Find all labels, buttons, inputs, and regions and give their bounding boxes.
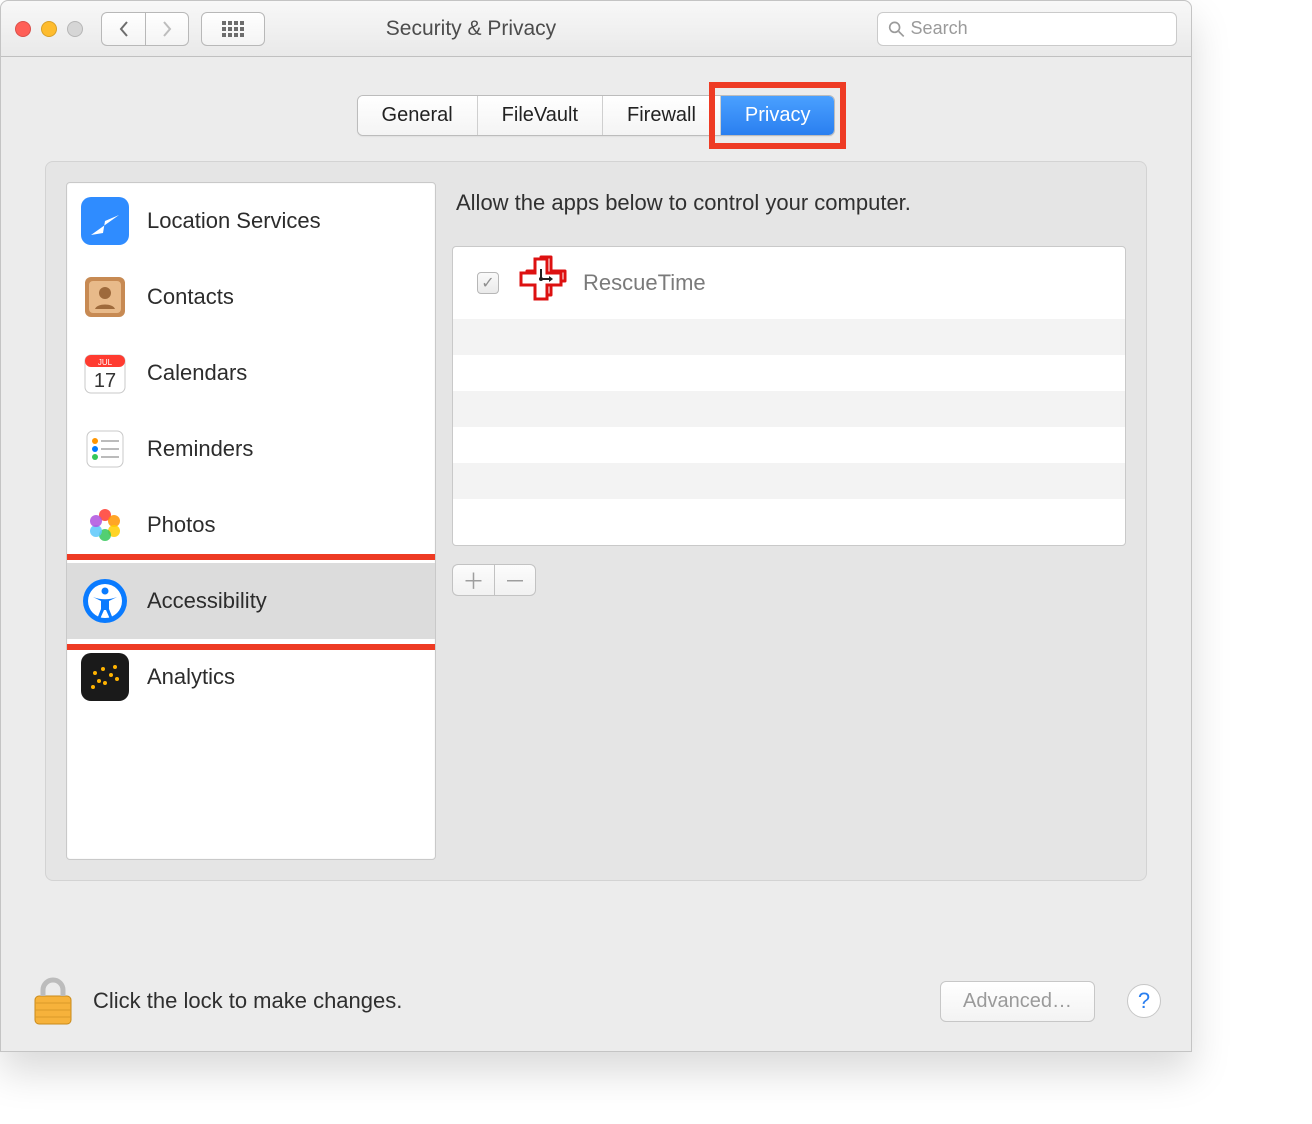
contacts-icon bbox=[81, 273, 129, 321]
accessibility-icon bbox=[81, 577, 129, 625]
sidebar-item-label: Contacts bbox=[147, 284, 234, 310]
window-title: Security & Privacy bbox=[77, 17, 865, 41]
add-remove-controls: ＋ － bbox=[452, 564, 1126, 596]
sidebar-item-label: Reminders bbox=[147, 436, 253, 462]
app-checkbox[interactable]: ✓ bbox=[477, 272, 499, 294]
list-row-empty bbox=[453, 463, 1125, 499]
sidebar-item-location-services[interactable]: Location Services bbox=[67, 183, 435, 259]
search-input[interactable] bbox=[911, 18, 1166, 39]
sidebar-item-label: Calendars bbox=[147, 360, 247, 386]
detail-panel: Allow the apps below to control your com… bbox=[452, 182, 1126, 860]
app-row[interactable]: ✓ RescueTime bbox=[453, 247, 1125, 319]
sidebar-item-calendars[interactable]: JUL 17 Calendars bbox=[67, 335, 435, 411]
location-icon bbox=[81, 197, 129, 245]
tab-filevault[interactable]: FileVault bbox=[478, 96, 603, 135]
sidebar-item-accessibility[interactable]: Accessibility bbox=[67, 563, 435, 639]
app-name-label: RescueTime bbox=[583, 270, 706, 296]
calendar-icon: JUL 17 bbox=[81, 349, 129, 397]
help-button[interactable]: ? bbox=[1127, 984, 1161, 1018]
search-field[interactable] bbox=[877, 12, 1177, 46]
sidebar-item-label: Photos bbox=[147, 512, 216, 538]
search-icon bbox=[888, 20, 905, 38]
analytics-icon bbox=[81, 653, 129, 701]
sidebar-item-label: Accessibility bbox=[147, 588, 267, 614]
photos-icon bbox=[81, 501, 129, 549]
lock-hint-text: Click the lock to make changes. bbox=[93, 988, 922, 1014]
svg-text:17: 17 bbox=[94, 370, 116, 392]
sidebar-item-photos[interactable]: Photos bbox=[67, 487, 435, 563]
add-app-button[interactable]: ＋ bbox=[452, 564, 494, 596]
preferences-window: Security & Privacy GeneralFileVaultFirew… bbox=[0, 0, 1192, 1052]
detail-description: Allow the apps below to control your com… bbox=[452, 182, 1126, 246]
titlebar: Security & Privacy bbox=[1, 1, 1191, 57]
reminders-icon bbox=[81, 425, 129, 473]
privacy-category-sidebar: Location Services Contacts JUL 17 Calendars R… bbox=[66, 182, 436, 860]
allowed-apps-list: ✓ RescueTime bbox=[452, 246, 1126, 546]
list-row-empty bbox=[453, 391, 1125, 427]
sidebar-item-label: Analytics bbox=[147, 664, 235, 690]
list-row-empty bbox=[453, 319, 1125, 355]
rescuetime-app-icon bbox=[515, 255, 567, 312]
minimize-window-button[interactable] bbox=[41, 21, 57, 37]
sidebar-item-analytics[interactable]: Analytics bbox=[67, 639, 435, 715]
svg-text:JUL: JUL bbox=[98, 358, 113, 367]
lock-icon bbox=[31, 976, 75, 1026]
tab-row: GeneralFileVaultFirewallPrivacy bbox=[1, 95, 1191, 136]
close-window-button[interactable] bbox=[15, 21, 31, 37]
tab-privacy[interactable]: Privacy bbox=[721, 96, 835, 135]
list-row-empty bbox=[453, 427, 1125, 463]
sidebar-item-reminders[interactable]: Reminders bbox=[67, 411, 435, 487]
content-pane: Location Services Contacts JUL 17 Calendars R… bbox=[45, 161, 1147, 881]
list-row-empty bbox=[453, 499, 1125, 535]
footer: Click the lock to make changes. Advanced… bbox=[31, 971, 1161, 1031]
sidebar-item-label: Location Services bbox=[147, 208, 321, 234]
sidebar-item-contacts[interactable]: Contacts bbox=[67, 259, 435, 335]
window-controls bbox=[15, 21, 83, 37]
tab-general[interactable]: General bbox=[358, 96, 478, 135]
tab-segmented-control: GeneralFileVaultFirewallPrivacy bbox=[357, 95, 836, 136]
tab-firewall[interactable]: Firewall bbox=[603, 96, 721, 135]
lock-button[interactable] bbox=[31, 976, 75, 1026]
list-row-empty bbox=[453, 355, 1125, 391]
remove-app-button[interactable]: － bbox=[494, 564, 536, 596]
advanced-button[interactable]: Advanced… bbox=[940, 981, 1095, 1022]
